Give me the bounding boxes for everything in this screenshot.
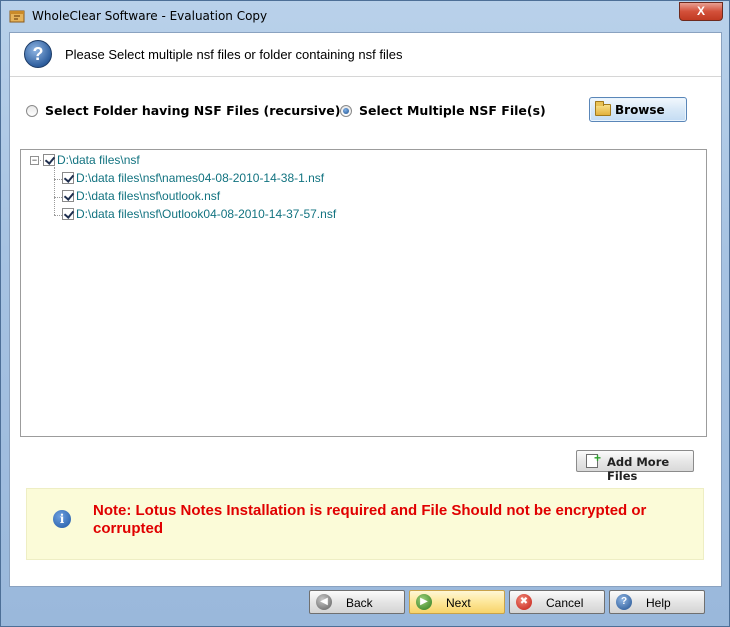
cancel-label: Cancel — [546, 596, 584, 610]
client-area: ? Please Select multiple nsf files or fo… — [9, 32, 722, 587]
back-button[interactable]: ◀ Back — [309, 590, 405, 614]
info-icon-glyph: i — [59, 512, 65, 526]
window-title: WholeClear Software - Evaluation Copy — [32, 9, 268, 23]
tree-item[interactable]: D:\data files\nsf\outlook.nsf — [62, 189, 220, 205]
add-more-files-label: Add More Files — [607, 455, 670, 483]
tree-root-label: D:\data files\nsf — [57, 153, 140, 167]
info-icon: i — [53, 510, 71, 528]
radio-select-folder[interactable]: Select Folder having NSF Files (recursiv… — [26, 103, 340, 118]
help-icon: ? — [24, 40, 52, 68]
help-button[interactable]: ? Help — [609, 590, 705, 614]
tree-item[interactable]: D:\data files\nsf\Outlook04-08-2010-14-3… — [62, 207, 336, 223]
main-window: WholeClear Software - Evaluation Copy X … — [0, 0, 730, 627]
radio-folder-label: Select Folder having NSF Files (recursiv… — [45, 103, 341, 118]
checkbox[interactable] — [43, 154, 55, 166]
next-arrow-icon: ▶ — [416, 594, 432, 610]
browse-label: Browse — [615, 103, 665, 117]
tree-item[interactable]: D:\data files\nsf\names04-08-2010-14-38-… — [62, 171, 324, 187]
browse-button[interactable]: Browse — [589, 97, 687, 122]
instruction-text: Please Select multiple nsf files or fold… — [65, 47, 403, 62]
checkbox[interactable] — [62, 190, 74, 202]
note-panel: i Note: Lotus Notes Installation is requ… — [26, 488, 704, 560]
add-more-files-button[interactable]: + Add More Files — [576, 450, 694, 483]
collapse-icon[interactable]: − — [30, 156, 39, 165]
app-icon — [9, 10, 25, 23]
back-label: Back — [346, 596, 373, 610]
checkbox[interactable] — [62, 208, 74, 220]
radio-multiple-indicator[interactable] — [340, 105, 352, 117]
tree-root-item[interactable]: D:\data files\nsf — [43, 153, 140, 169]
checkbox[interactable] — [62, 172, 74, 184]
close-icon: X — [696, 4, 705, 18]
next-label: Next — [446, 596, 471, 610]
help-label: Help — [646, 596, 671, 610]
cancel-button[interactable]: ✖ Cancel — [509, 590, 605, 614]
next-button[interactable]: ▶ Next — [409, 590, 505, 614]
tree-connector — [54, 167, 55, 215]
tree-item-label: D:\data files\nsf\names04-08-2010-14-38-… — [76, 171, 325, 185]
note-text: Note: Lotus Notes Installation is requir… — [93, 502, 647, 537]
wizard-button-bar: ◀ Back ▶ Next ✖ Cancel ? Help — [2, 588, 729, 626]
plus-icon: + — [594, 451, 602, 465]
cancel-x-icon: ✖ — [516, 594, 532, 610]
help-icon-glyph: ? — [32, 44, 44, 64]
close-button[interactable]: X — [679, 2, 723, 21]
collapse-icon-glyph: − — [31, 155, 38, 165]
radio-folder-indicator[interactable] — [26, 105, 38, 117]
radio-select-multiple[interactable]: Select Multiple NSF File(s) — [340, 103, 546, 118]
title-bar: WholeClear Software - Evaluation Copy X — [1, 1, 729, 31]
radio-multiple-label: Select Multiple NSF File(s) — [359, 103, 546, 118]
help-question-icon: ? — [616, 594, 632, 610]
instruction-header: ? Please Select multiple nsf files or fo… — [10, 33, 721, 77]
tree-item-label: D:\data files\nsf\outlook.nsf — [76, 189, 221, 203]
folder-icon — [595, 101, 611, 116]
file-tree[interactable]: − D:\data files\nsf D:\data files\nsf\na… — [20, 149, 707, 437]
back-arrow-icon: ◀ — [316, 594, 332, 610]
tree-item-label: D:\data files\nsf\Outlook04-08-2010-14-3… — [76, 207, 337, 221]
